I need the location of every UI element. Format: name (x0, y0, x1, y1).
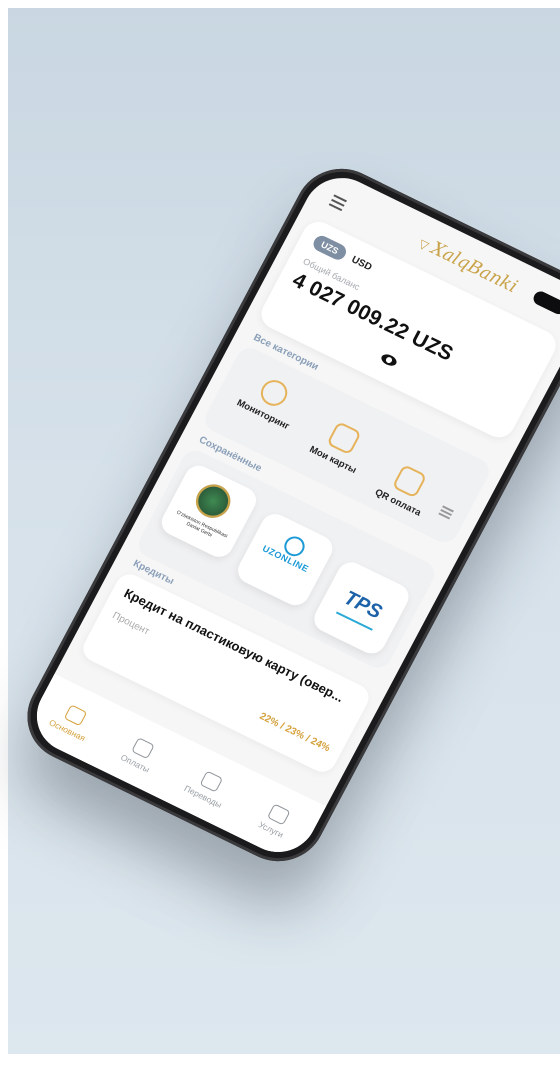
list-icon[interactable] (437, 505, 454, 521)
nav-home[interactable]: Основная (36, 694, 108, 749)
card-icon (326, 421, 363, 456)
credit-rate-label: Процент (110, 610, 152, 638)
currency-usd-button[interactable]: USD (350, 254, 374, 273)
transfer-icon (199, 770, 223, 793)
clock-icon (256, 375, 293, 411)
wallet-icon (131, 737, 156, 760)
eye-icon[interactable] (379, 352, 399, 368)
saved-tile-gov[interactable]: Oʻzbekiston Respublikasi Davlat Gerbi (156, 461, 261, 562)
image-frame-top (0, 0, 560, 8)
qr-scan-icon (391, 463, 428, 499)
saved-tile-uzonline[interactable]: UZONLINE (233, 509, 338, 610)
phone-screen: ▽XalqBanki ♫ UZS USD Общий баланс 4 027 … (23, 165, 560, 865)
state-emblem-icon (189, 478, 237, 524)
currency-uzs-button[interactable]: UZS (310, 233, 349, 263)
credit-rate-value: 22% / 23% / 24% (257, 710, 332, 755)
image-frame-left (0, 0, 8, 1066)
nav-transfers[interactable]: Переводы (172, 760, 244, 815)
category-qr-payment[interactable]: QR оплата (373, 459, 438, 519)
grid-icon (267, 803, 291, 826)
image-frame-bottom (0, 1054, 560, 1066)
phone-body: ▽XalqBanki ♫ UZS USD Общий баланс 4 027 … (11, 153, 560, 877)
hamburger-menu-icon[interactable] (328, 194, 347, 212)
nav-payments[interactable]: Оплаты (104, 727, 176, 782)
balance-value: 4 027 009.22 UZS (288, 268, 458, 366)
nav-services[interactable]: Услуги (240, 793, 312, 848)
saved-tile-tps[interactable]: TPS (309, 557, 414, 659)
phone-mockup: ▽XalqBanki ♫ UZS USD Общий баланс 4 027 … (11, 153, 560, 877)
category-monitoring[interactable]: Мониторинг (235, 369, 306, 432)
home-icon (63, 704, 88, 727)
category-my-cards[interactable]: Мои карты (307, 416, 373, 476)
